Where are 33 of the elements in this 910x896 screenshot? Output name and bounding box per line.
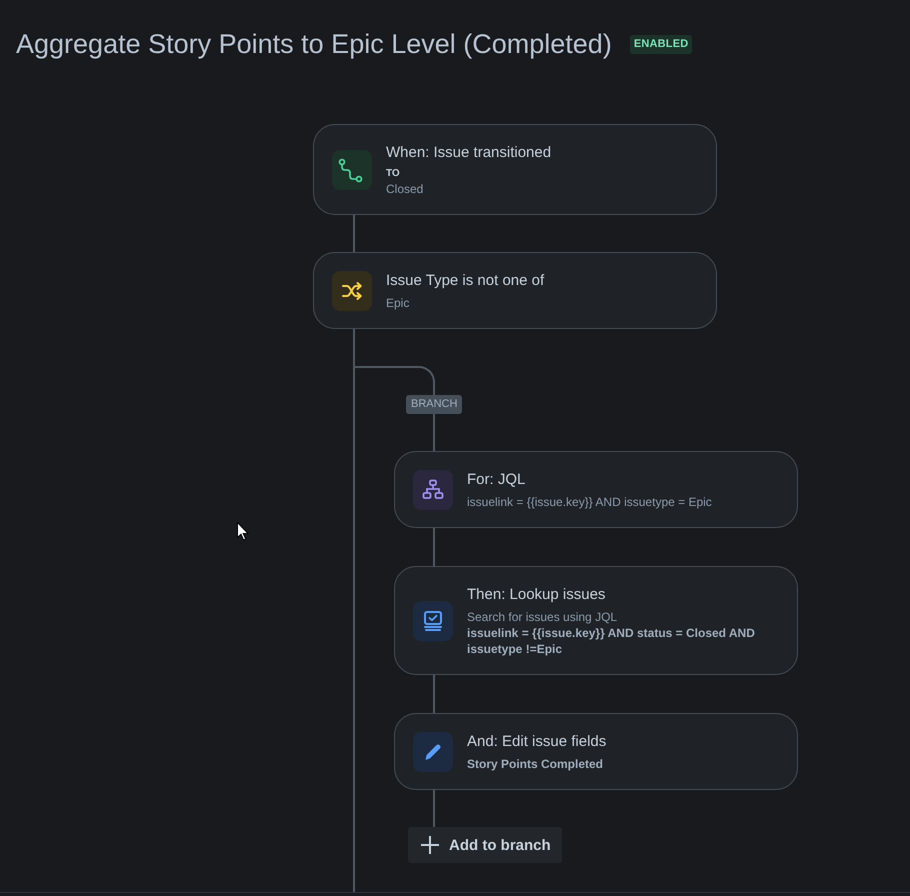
step-title: Then: Lookup issues [467, 585, 606, 605]
connector-line [433, 675, 435, 713]
step-detail: Epic [386, 295, 410, 311]
step-title: And: Edit issue fields [467, 732, 608, 752]
pencil-icon [413, 732, 453, 772]
action-card[interactable]: And: Edit issue fields Story Points Completed [394, 713, 798, 790]
branch-label: BRANCH [406, 395, 462, 414]
trigger-card[interactable]: When: Issue transitioned TO Closed [313, 124, 717, 215]
route-icon [332, 150, 372, 190]
condition-card[interactable]: Issue Type is not one of Epic [313, 252, 717, 329]
step-detail: Closed [386, 181, 424, 197]
connector-line [353, 215, 355, 252]
connector-line [433, 528, 435, 566]
step-title: Issue Type is not one of [386, 271, 546, 291]
shuffle-arrows-icon [332, 271, 372, 311]
action-card[interactable]: Then: Lookup issues Search for issues using JQL issuelink = {{issue.key}} AND status = Closed AND issuetype !=Epic [394, 566, 798, 675]
step-value: issuelink = {{issue.key}} AND status = Closed AND issuetype !=Epic [467, 625, 756, 657]
step-title: When: Issue transitioned [386, 143, 552, 163]
connector-line [433, 414, 435, 451]
status-badge: ENABLED [630, 34, 692, 54]
monitor-check-icon [413, 601, 453, 641]
connector-line [433, 790, 435, 827]
add-to-branch-button[interactable]: Add to branch [408, 827, 562, 863]
branch-rule-card[interactable]: For: JQL issuelink = {{issue.key}} AND issuetype = Epic [394, 451, 798, 528]
step-detail: Search for issues using JQL [467, 609, 618, 625]
step-value: Story Points Completed [467, 756, 604, 772]
plus-icon [420, 835, 440, 855]
cursor-icon [237, 522, 249, 541]
step-detail: issuelink = {{issue.key}} AND issuetype = Epic [467, 494, 713, 510]
hierarchy-icon [413, 470, 453, 510]
step-title: For: JQL [467, 470, 526, 490]
rule-title: Aggregate Story Points to Epic Level (Completed) [16, 28, 612, 60]
step-label: TO [386, 167, 401, 181]
